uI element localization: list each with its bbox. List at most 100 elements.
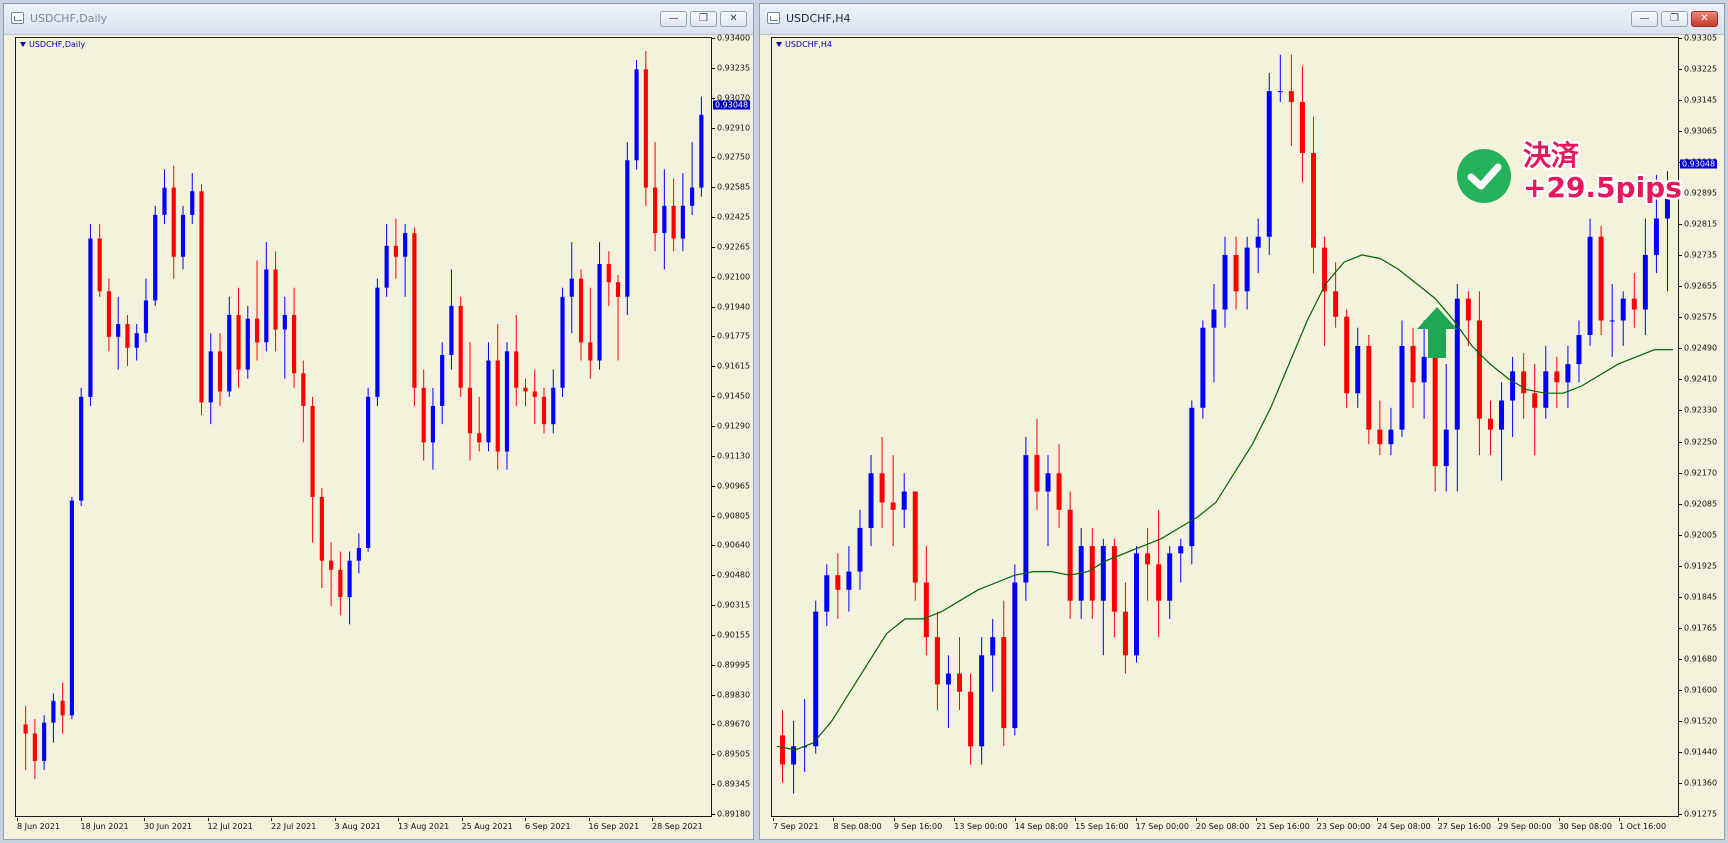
price-tick (1679, 100, 1682, 102)
price-chart-area[interactable]: USDCHF,Daily (15, 37, 712, 817)
candle-body (662, 205, 667, 234)
restore-button[interactable]: ❐ (1661, 11, 1688, 27)
current-price-tag: 0.93048 (1680, 159, 1718, 169)
candle-body (1333, 291, 1339, 317)
candle (1266, 72, 1272, 255)
time-tick (588, 818, 590, 821)
candle-body (1056, 473, 1062, 510)
price-label: 0.91775 (717, 331, 751, 341)
candle (171, 165, 176, 279)
time-tick (398, 818, 399, 821)
daily-chart-window[interactable]: USDCHF,Daily — ❐ ✕ USDCHF,Daily 0.93400 0… (3, 3, 754, 840)
symbol-label: USDCHF,Daily (20, 40, 85, 49)
price-tick (712, 157, 715, 159)
time-axis[interactable]: 8 Jun 2021 18 Jun 2021 30 Jun 2021 12 Jul 2… (15, 818, 712, 836)
price-tick (712, 634, 715, 636)
price-tick (1679, 782, 1682, 784)
price-label: 0.92895 (1684, 188, 1718, 198)
price-axis[interactable]: 0.93400 0.93235 0.93070 0.92910 0.92750 0.925… (712, 34, 755, 819)
candle (162, 169, 167, 224)
time-label: 24 Sep 08:00 (1377, 822, 1431, 831)
minimize-button[interactable]: — (1631, 11, 1658, 27)
price-tick (712, 694, 715, 696)
candle-body (384, 245, 389, 288)
candle (1211, 284, 1217, 383)
price-tick (1679, 224, 1682, 226)
candle-body (780, 735, 786, 765)
candle (1089, 527, 1095, 619)
time-label: 12 Jul 2021 (207, 822, 253, 831)
candle (310, 396, 315, 543)
candle-body (1100, 546, 1106, 601)
candle (504, 342, 510, 470)
candle (208, 333, 213, 425)
candle-body (1288, 91, 1294, 103)
time-tick (525, 818, 526, 821)
candle (606, 251, 611, 306)
minimize-button[interactable]: — (660, 11, 687, 27)
candle-body (1299, 102, 1305, 154)
candle-body (264, 269, 269, 343)
title-bar[interactable]: USDCHF,Daily — ❐ ✕ (4, 4, 753, 35)
candle (449, 269, 454, 370)
settlement-note: 決済 +29.5pips (1523, 140, 1682, 204)
candle-body (523, 387, 528, 392)
candle (1443, 364, 1449, 492)
price-label: 0.92250 (1684, 437, 1718, 447)
price-tick (712, 784, 715, 786)
candle (32, 719, 37, 780)
candle-body (1499, 400, 1505, 430)
candle-body (1377, 429, 1383, 445)
restore-icon: ❐ (1670, 13, 1679, 24)
time-label: 28 Sep 2021 (652, 822, 703, 831)
candle (1023, 436, 1029, 601)
candle (1366, 335, 1372, 445)
title-bar[interactable]: USDCHF,H4 — ❐ ✕ (760, 4, 1724, 35)
candle-body (421, 387, 426, 443)
candle (1134, 546, 1139, 663)
price-label: 0.90480 (717, 570, 751, 580)
candle (857, 509, 863, 590)
candle-body (1609, 320, 1615, 322)
candle-body (653, 187, 658, 234)
candle-body (1045, 473, 1051, 492)
candle-body (912, 491, 918, 583)
candle-body (125, 324, 130, 348)
time-axis[interactable]: 7 Sep 2021 8 Sep 08:00 9 Sep 16:00 13 Sep 0… (771, 818, 1679, 836)
candle (1311, 116, 1316, 274)
price-label: 0.92170 (1684, 468, 1718, 478)
candle (597, 242, 602, 370)
candle-body (1200, 327, 1206, 408)
candle-body (634, 69, 639, 161)
candle (42, 715, 47, 770)
close-button[interactable]: ✕ (1691, 11, 1718, 27)
time-tick (1377, 818, 1379, 821)
candle-body (190, 191, 195, 215)
price-tick (1679, 255, 1682, 257)
h4-chart-window[interactable]: USDCHF,H4 — ❐ ✕ USDCHF,H4 0.93305 0.93225… (759, 3, 1725, 840)
candle-body (1565, 364, 1571, 383)
candle-body (162, 187, 167, 215)
candle-body (879, 473, 885, 503)
price-tick (712, 276, 715, 278)
candle-body (1598, 236, 1604, 321)
candle-body (1189, 407, 1195, 547)
candle (125, 314, 130, 366)
candle-body (901, 491, 907, 510)
time-tick (207, 818, 209, 821)
candle-body (79, 396, 84, 501)
candle-body (477, 433, 482, 443)
price-axis[interactable]: 0.933050.932250.931450.930650.929800.928… (1679, 34, 1725, 819)
restore-button[interactable]: ❐ (690, 11, 717, 27)
candle-body (643, 69, 648, 188)
close-button[interactable]: ✕ (720, 11, 747, 27)
price-label: 0.89670 (717, 719, 751, 729)
time-label: 13 Sep 00:00 (954, 822, 1008, 831)
price-tick (712, 217, 715, 219)
candle (347, 551, 352, 625)
candle-body (282, 314, 287, 330)
candle-body (1443, 429, 1449, 467)
candle-body (990, 637, 996, 656)
time-tick (954, 818, 956, 821)
chart-window-icon (767, 12, 780, 24)
